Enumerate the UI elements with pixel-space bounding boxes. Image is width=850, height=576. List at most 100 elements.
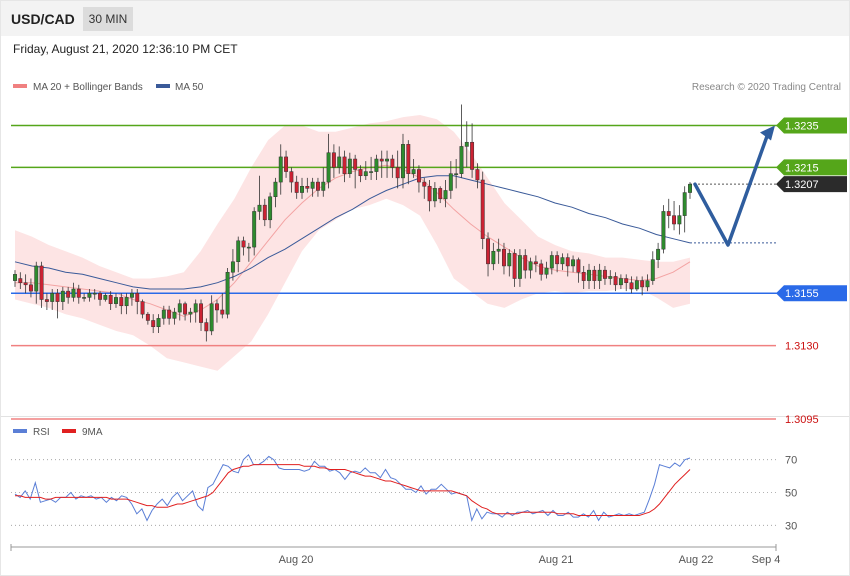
candle-body: [76, 288, 81, 298]
candle-body: [539, 263, 544, 275]
ma9-legend-swatch: [62, 429, 76, 433]
candle-body: [209, 303, 214, 332]
candle-body: [300, 186, 304, 193]
candle-body: [406, 144, 411, 174]
candle-body: [549, 255, 554, 269]
candle-body: [50, 292, 55, 302]
candle-body: [316, 181, 320, 191]
candle-body: [443, 190, 448, 200]
candle-body: [650, 259, 655, 281]
candle-body: [470, 141, 475, 170]
candle: [480, 171, 485, 250]
candle-body: [592, 269, 597, 281]
candle-body: [28, 284, 33, 292]
candle-body: [411, 169, 416, 174]
candle-body: [167, 309, 172, 319]
rsi-tick-label: 70: [785, 455, 797, 467]
candle-body: [666, 211, 671, 216]
candle-body: [135, 292, 140, 302]
candle-body: [448, 173, 453, 191]
level-label: 1.3155: [785, 288, 819, 300]
candle-body: [257, 204, 262, 212]
candle-body: [395, 167, 400, 179]
candle-body: [496, 248, 501, 252]
candle-body: [661, 211, 666, 250]
candle-body: [507, 253, 512, 267]
candle-body: [55, 292, 60, 302]
research-credit: Research © 2020 Trading Central: [692, 82, 841, 93]
candle-body: [677, 215, 682, 225]
x-tick-label: Aug 21: [539, 554, 574, 566]
candle-body: [358, 169, 363, 177]
level-label: 1.3215: [785, 162, 819, 174]
current-price-label: 1.3207: [785, 179, 819, 191]
chart-canvas: USD/CAD 30 MIN Friday, August 21, 2020 1…: [0, 0, 850, 576]
ma20-legend-swatch: [13, 84, 27, 88]
candle-body: [634, 280, 639, 290]
x-tick-label: Aug 20: [279, 554, 314, 566]
ma50-legend-swatch: [156, 84, 170, 88]
pair-title: USD/CAD: [11, 11, 75, 27]
candle-body: [199, 303, 203, 323]
candle-body: [464, 141, 469, 147]
candle-body: [262, 204, 267, 221]
candle-body: [385, 158, 389, 162]
candle-body: [342, 156, 347, 174]
candle-body: [438, 188, 443, 200]
candle-body: [294, 181, 299, 193]
candle-body: [565, 257, 570, 267]
candle-body: [523, 255, 528, 271]
candle-body: [326, 152, 331, 183]
candle-body: [581, 271, 586, 281]
candle-body: [151, 320, 156, 328]
candle-body: [432, 188, 437, 202]
candle-body: [597, 269, 602, 281]
candle-body: [103, 295, 108, 300]
candle-body: [140, 301, 145, 315]
candle-body: [427, 186, 432, 202]
candle-body: [39, 265, 44, 300]
candle-body: [528, 261, 533, 271]
candle-body: [576, 259, 581, 273]
ma9-legend-label: 9MA: [82, 427, 103, 438]
candle-body: [374, 158, 379, 172]
candle-body: [608, 276, 613, 279]
candle-body: [544, 267, 549, 275]
timeframe-label: 30 MIN: [89, 12, 128, 26]
candle-body: [108, 295, 113, 304]
candle-body: [416, 169, 421, 183]
rsi-tick-label: 50: [785, 488, 797, 500]
candle-body: [241, 240, 246, 248]
candle-body: [379, 158, 384, 162]
candle-body: [177, 303, 182, 313]
candle-body: [390, 158, 395, 168]
candle-body: [353, 158, 358, 170]
candle-body: [172, 311, 177, 319]
candle-body: [422, 181, 427, 187]
candle-body: [145, 313, 150, 321]
candle-body: [34, 265, 39, 292]
candle-body: [252, 211, 257, 248]
candle-body: [246, 246, 251, 249]
candle-body: [454, 173, 459, 175]
candle-body: [331, 152, 336, 168]
candle-body: [486, 238, 490, 265]
candle-body: [215, 303, 219, 311]
candle-body: [66, 290, 71, 298]
candle-body: [13, 274, 17, 281]
candle-body: [273, 181, 278, 198]
rsi-legend-swatch: [13, 429, 27, 433]
candle-body: [44, 299, 49, 302]
candle-body: [268, 196, 273, 221]
level-label: 1.3235: [785, 120, 819, 132]
candle-body: [92, 292, 97, 295]
candle-body: [284, 156, 289, 172]
candle-body: [193, 303, 198, 313]
candle-body: [23, 282, 28, 286]
candle-body: [156, 318, 161, 328]
candle-body: [161, 309, 166, 319]
candle-body: [613, 276, 618, 286]
candle-body: [502, 248, 506, 267]
candle-body: [672, 215, 677, 225]
candle-body: [98, 292, 102, 300]
